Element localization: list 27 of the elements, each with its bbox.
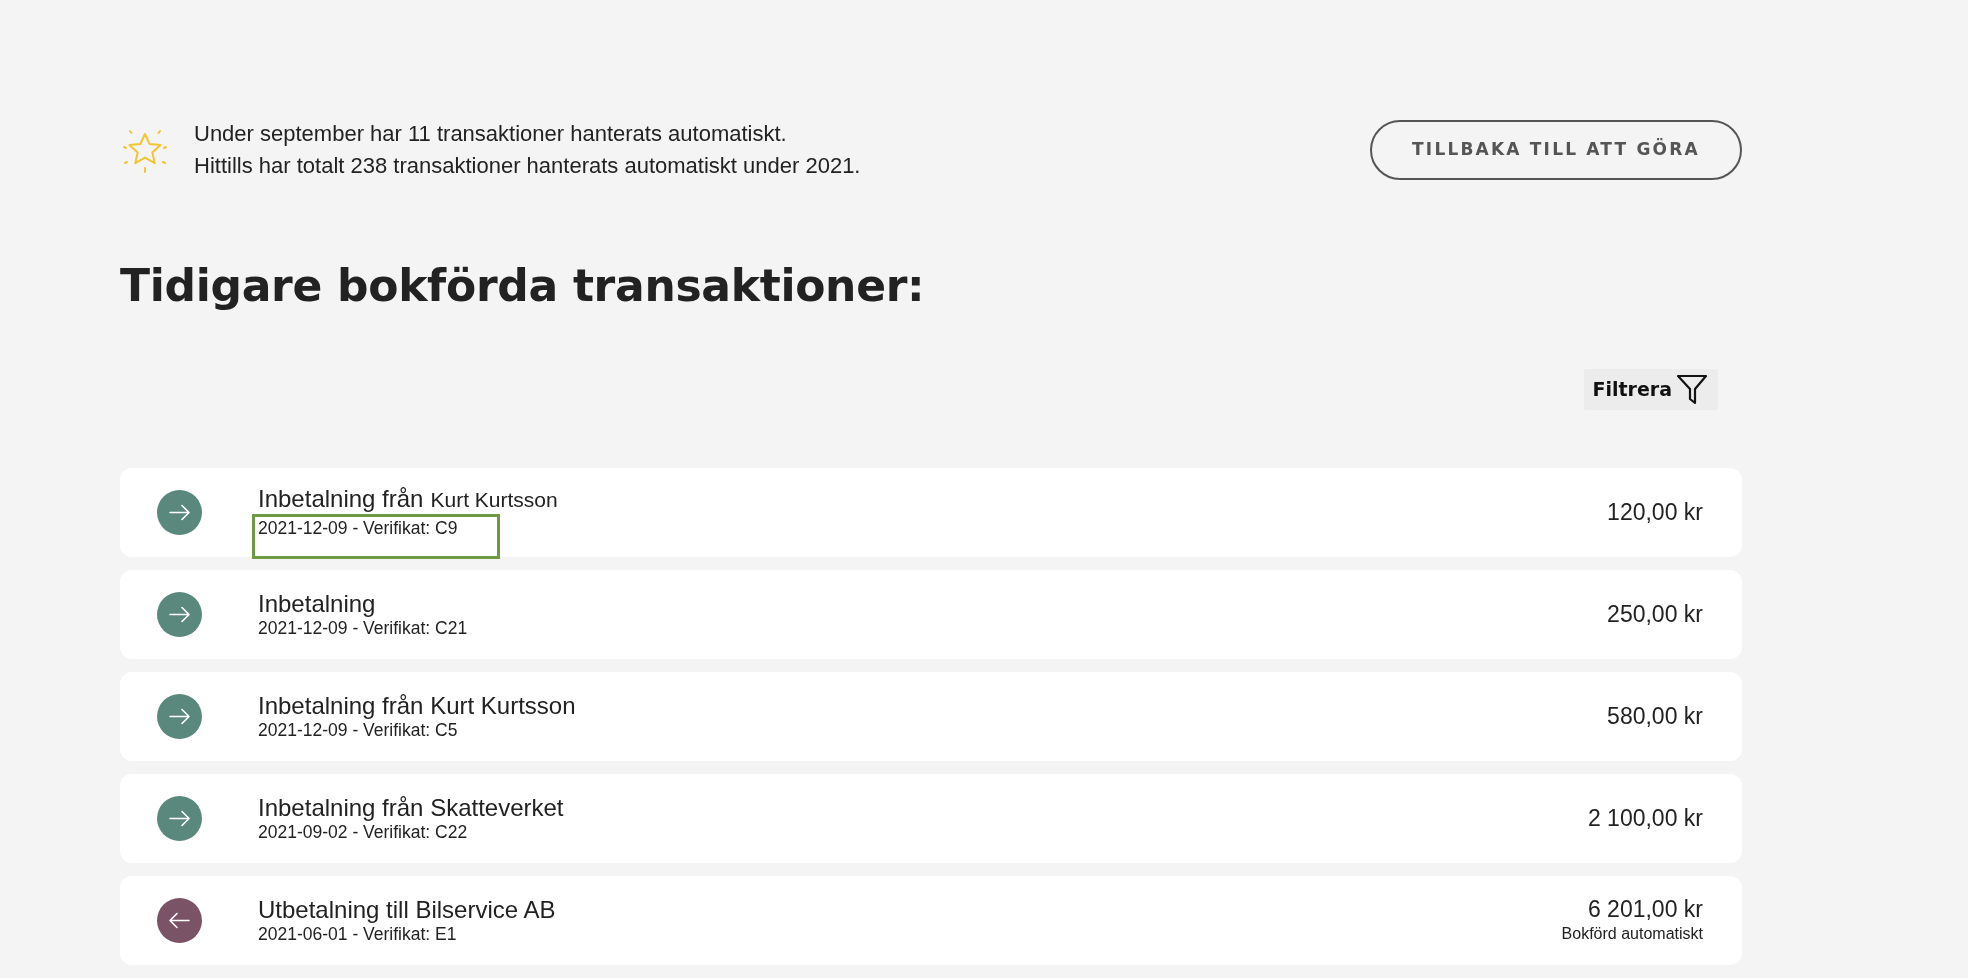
transaction-amount: 250,00 kr bbox=[1607, 600, 1703, 629]
summary-text: Hittills har totalt 238 transaktioner hanterats automatiskt under 2021. bbox=[194, 152, 861, 180]
transaction-details: 2021-06-01 - Verifikat: E1 bbox=[258, 923, 457, 945]
transaction-amount: 6 201,00 kr bbox=[1587, 895, 1703, 924]
transaction-title: Utbetalning till Bilservice AB bbox=[258, 895, 556, 924]
transaction-title: Inbetalning från Skatteverket bbox=[258, 793, 564, 822]
transaction-title: Inbetalning bbox=[258, 589, 376, 618]
transaction-amount: 2 100,00 kr bbox=[1587, 804, 1703, 833]
transaction-details: 2021-09-02 - Verifikat: C22 bbox=[258, 821, 468, 843]
transaction-row[interactable]: Inbetalning från Kurt Kurtsson 2021-12-09 - Verifikat: C9 120,00 kr bbox=[120, 467, 1742, 557]
transaction-title: Inbetalning från Kurt Kurtsson bbox=[258, 485, 558, 515]
transaction-title: Inbetalning från Kurt Kurtsson bbox=[258, 691, 576, 720]
filter-icon bbox=[1676, 373, 1708, 406]
transaction-row[interactable]: Inbetalning 2021-12-09 - Verifikat: C21 250,00 kr bbox=[120, 569, 1742, 659]
transaction-row[interactable]: Utbetalning till Bilservice AB 2021-06-01 - Verifikat: E1 6 201,00 kr Bokförd automatiskt bbox=[120, 875, 1742, 965]
transaction-details: 2021-12-09 - Verifikat: C21 bbox=[258, 617, 468, 639]
highlighted-details: 2021-12-09 - Verifikat: C9 bbox=[252, 514, 501, 560]
booking-note: Bokförd automatiskt bbox=[1561, 924, 1703, 945]
transaction-row[interactable]: Inbetalning från Kurt Kurtsson 2021-12-09 - Verifikat: C5 580,00 kr bbox=[120, 671, 1742, 761]
transaction-row[interactable]: Inbetalning från Skatteverket 2021-09-02 - Verifikat: C22 2 100,00 kr bbox=[120, 773, 1742, 863]
transaction-details: 2021-12-09 - Verifikat: C5 bbox=[258, 719, 458, 741]
page-heading: Tidigare bokförda transaktioner: bbox=[120, 260, 926, 313]
transaction-amount: 120,00 kr bbox=[1607, 498, 1703, 527]
summary-text: Under september har 11 transaktioner hanterats automatiskt. bbox=[194, 120, 788, 148]
back-button[interactable]: TILLBAKA TILL ATT GÖRA bbox=[1370, 120, 1742, 180]
transaction-amount: 580,00 kr bbox=[1607, 702, 1703, 731]
filter-button[interactable]: Filtrera bbox=[1584, 368, 1718, 410]
